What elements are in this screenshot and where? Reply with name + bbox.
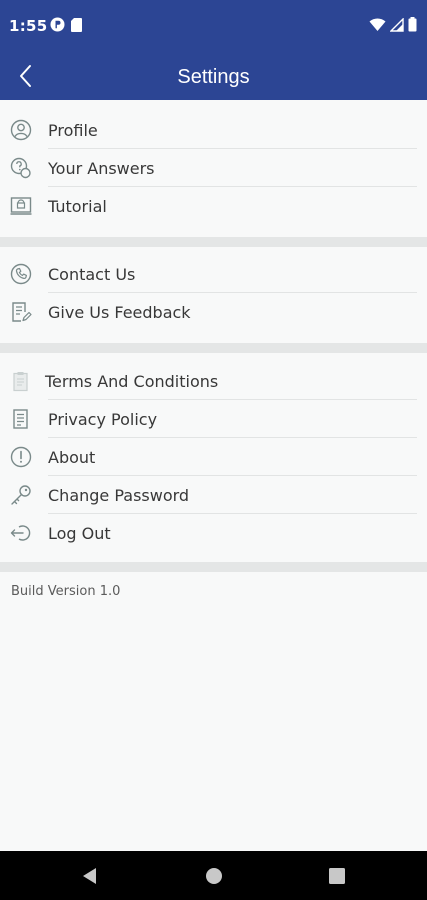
- section-separator: [0, 562, 427, 572]
- answers-icon: [10, 157, 31, 179]
- settings-item-your-answers[interactable]: Your Answers: [0, 149, 427, 187]
- status-right-icons: [369, 17, 417, 32]
- status-time: 1:55: [9, 17, 48, 35]
- battery-icon: [408, 17, 417, 32]
- build-version: Build Version 1.0: [11, 584, 121, 599]
- app-bar: Settings: [0, 52, 427, 100]
- settings-item-label: Tutorial: [48, 196, 107, 216]
- document-icon: [13, 409, 28, 429]
- settings-item-label: Give Us Feedback: [48, 302, 191, 322]
- tutorial-icon: [10, 197, 32, 215]
- phone-icon: [10, 263, 32, 285]
- settings-item-profile[interactable]: Profile: [0, 111, 427, 149]
- status-left-icons: [50, 17, 82, 32]
- nav-back-button[interactable]: [80, 865, 102, 887]
- settings-item-label: Change Password: [48, 485, 190, 505]
- settings-item-terms-and-conditions[interactable]: Terms And Conditions: [0, 362, 427, 400]
- app-notification-icon: [50, 17, 65, 32]
- settings-item-give-us-feedback[interactable]: Give Us Feedback: [0, 293, 427, 331]
- settings-item-label: About: [48, 447, 96, 467]
- settings-item-about[interactable]: About: [0, 438, 427, 476]
- key-icon: [11, 485, 31, 505]
- section-separator: [0, 343, 427, 353]
- info-icon: [10, 446, 32, 468]
- settings-item-privacy-policy[interactable]: Privacy Policy: [0, 400, 427, 438]
- clipboard-icon: [13, 372, 28, 392]
- settings-item-label: Your Answers: [48, 158, 155, 178]
- nav-recents-button[interactable]: [326, 865, 348, 887]
- page-title: Settings: [177, 66, 250, 88]
- cell-signal-icon: [390, 17, 404, 32]
- wifi-icon: [369, 17, 386, 31]
- section-separator: [0, 237, 427, 247]
- sim-card-icon: [71, 17, 82, 32]
- account-section: Profile Your Answers Tutorial: [0, 111, 427, 225]
- contact-section: Contact Us Give Us Feedback: [0, 255, 427, 331]
- settings-item-label: Log Out: [48, 523, 111, 543]
- info-section: Terms And Conditions Privacy Policy Abou…: [0, 362, 427, 552]
- settings-item-tutorial[interactable]: Tutorial: [0, 187, 427, 225]
- logout-icon: [10, 525, 31, 541]
- settings-item-contact-us[interactable]: Contact Us: [0, 255, 427, 293]
- settings-item-log-out[interactable]: Log Out: [0, 514, 427, 552]
- system-nav-bar: [0, 851, 427, 900]
- settings-item-label: Terms And Conditions: [45, 371, 219, 391]
- settings-item-change-password[interactable]: Change Password: [0, 476, 427, 514]
- settings-item-label: Profile: [48, 120, 98, 140]
- profile-icon: [10, 119, 32, 141]
- feedback-icon: [12, 302, 32, 322]
- status-bar: 1:55: [0, 0, 427, 52]
- nav-home-button[interactable]: [203, 865, 225, 887]
- settings-item-label: Privacy Policy: [48, 409, 158, 429]
- settings-item-label: Contact Us: [48, 264, 136, 284]
